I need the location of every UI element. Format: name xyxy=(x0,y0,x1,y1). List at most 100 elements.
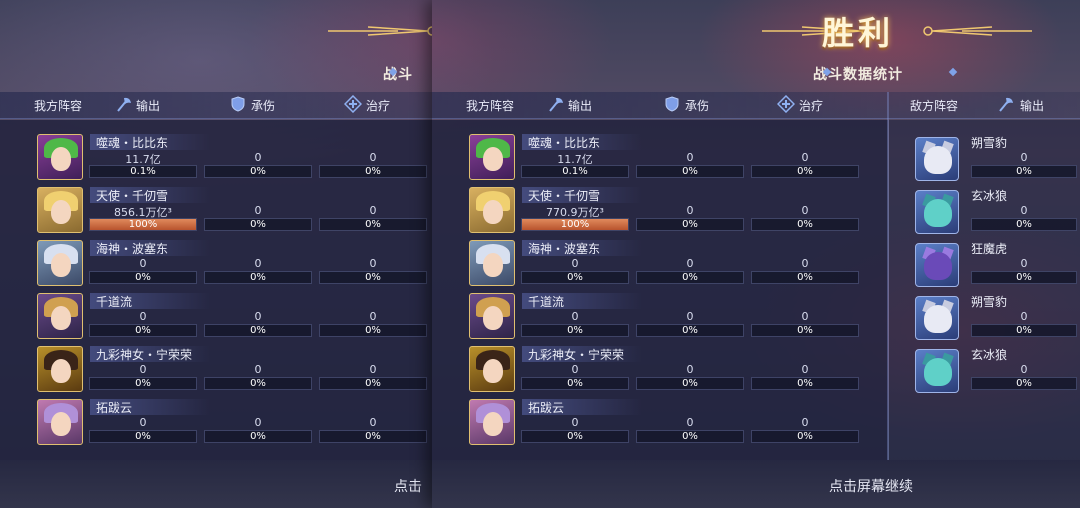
enemy-output-percent: 0% xyxy=(1016,219,1032,230)
damage-taken-percent: 0% xyxy=(682,219,698,230)
healing-bar: 0% xyxy=(751,165,859,178)
healing-percent: 0% xyxy=(365,431,381,442)
hero-avatar[interactable] xyxy=(469,187,515,233)
hero-row: 海神・波塞东 0 0% 0 0% 0 0% xyxy=(0,239,432,292)
output-bar: 0% xyxy=(521,430,629,443)
enemy-output-bar: 0% xyxy=(971,377,1077,390)
enemy-row: 朔雪豹 0 0% xyxy=(889,133,1080,186)
healing-value: 0 xyxy=(801,151,809,164)
healing-percent: 0% xyxy=(797,219,813,230)
hero-name: 九彩神女・宁荣荣 xyxy=(528,348,625,362)
hero-name: 九彩神女・宁荣荣 xyxy=(96,348,193,362)
beast-head xyxy=(924,252,952,280)
victory-title: 胜 xyxy=(376,8,432,54)
healing-value: 0 xyxy=(801,204,809,217)
hero-name: 天使・千仞雪 xyxy=(528,189,601,203)
damage-taken-header[interactable]: 承伤 xyxy=(251,97,275,114)
damage-taken-bar: 0% xyxy=(636,324,744,337)
damage-taken-percent: 0% xyxy=(250,166,266,177)
healing-value: 0 xyxy=(801,257,809,270)
healing-bar: 0% xyxy=(751,430,859,443)
beast-head xyxy=(924,358,952,386)
hero-avatar[interactable] xyxy=(469,240,515,286)
hero-avatar[interactable] xyxy=(469,293,515,339)
hero-name: 海神・波塞东 xyxy=(528,242,601,256)
tap-to-continue[interactable]: 点击 xyxy=(378,476,432,496)
my-team-label: 我方阵容 xyxy=(466,99,515,113)
enemy-avatar[interactable] xyxy=(915,190,959,234)
hero-face xyxy=(483,359,503,383)
enemy-row: 狂魔虎 0 0% xyxy=(889,239,1080,292)
hero-avatar[interactable] xyxy=(37,399,83,445)
hero-name: 噬魂・比比东 xyxy=(528,136,601,150)
footer-bar xyxy=(432,460,1080,508)
hero-avatar[interactable] xyxy=(469,134,515,180)
enemy-avatar[interactable] xyxy=(915,137,959,181)
hero-row: 拓跋云 0 0% 0 0% 0 0% xyxy=(432,398,888,451)
healing-value: 0 xyxy=(801,310,809,323)
healing-percent: 0% xyxy=(797,325,813,336)
healing-bar: 0% xyxy=(319,271,427,284)
healing-percent: 0% xyxy=(365,272,381,283)
output-bar: 0% xyxy=(89,430,197,443)
damage-taken-value: 0 xyxy=(686,363,694,376)
damage-taken-header[interactable]: 承伤 xyxy=(685,97,709,114)
enemy-row: 玄冰狼 0 0% xyxy=(889,345,1080,398)
output-percent: 0% xyxy=(567,431,583,442)
damage-taken-value: 0 xyxy=(254,151,262,164)
output-value: 0 xyxy=(139,257,147,270)
healing-bar: 0% xyxy=(319,165,427,178)
hero-row: 千道流 0 0% 0 0% 0 0% xyxy=(432,292,888,345)
hero-face xyxy=(51,200,71,224)
output-header[interactable]: 输出 xyxy=(568,97,592,114)
output-percent: 0% xyxy=(135,272,151,283)
healing-percent: 0% xyxy=(797,166,813,177)
healing-header[interactable]: 治疗 xyxy=(366,97,390,114)
tap-to-continue[interactable]: 点击屏幕继续 xyxy=(806,476,936,496)
battle-stats-subtitle: 战斗数据统计 xyxy=(813,67,903,83)
enemy-avatar[interactable] xyxy=(915,349,959,393)
hero-avatar[interactable] xyxy=(469,399,515,445)
hero-avatar[interactable] xyxy=(37,293,83,339)
enemy-output-value: 0 xyxy=(1020,310,1028,323)
enemy-output-bar: 0% xyxy=(971,324,1077,337)
output-header[interactable]: 输出 xyxy=(136,97,160,114)
output-bar: 0.1% xyxy=(521,165,629,178)
hero-avatar[interactable] xyxy=(37,240,83,286)
hero-name: 千道流 xyxy=(528,295,565,309)
enemy-avatar[interactable] xyxy=(915,296,959,340)
damage-taken-value: 0 xyxy=(686,416,694,429)
hero-avatar[interactable] xyxy=(469,346,515,392)
hero-row: 千道流 0 0% 0 0% 0 0% xyxy=(0,292,432,345)
output-percent: 0.1% xyxy=(130,166,156,177)
beast-head xyxy=(924,199,952,227)
hero-avatar[interactable] xyxy=(37,346,83,392)
output-bar: 0% xyxy=(521,271,629,284)
hero-row: 天使・千仞雪 856.1万亿³ 100% 0 0% 0 0% xyxy=(0,186,432,239)
enemy-output-percent: 0% xyxy=(1016,325,1032,336)
healing-header[interactable]: 治疗 xyxy=(799,97,823,114)
damage-taken-percent: 0% xyxy=(250,325,266,336)
damage-taken-percent: 0% xyxy=(250,219,266,230)
hero-avatar[interactable] xyxy=(37,134,83,180)
enemy-output-bar: 0% xyxy=(971,271,1077,284)
hero-face xyxy=(483,412,503,436)
damage-taken-percent: 0% xyxy=(250,378,266,389)
stats-panel-left: 胜 战斗 我方阵容 输出 承伤 治疗 噬魂・比比东11.7亿0.1%00%00%… xyxy=(0,0,432,508)
enemy-output-header[interactable]: 输出 xyxy=(1020,97,1044,114)
output-value: 0 xyxy=(571,416,579,429)
enemy-output-bar: 0% xyxy=(971,165,1077,178)
hero-face xyxy=(51,306,71,330)
hero-avatar[interactable] xyxy=(37,187,83,233)
hero-row: 噬魂・比比东 11.7亿 0.1% 0 0% 0 0% xyxy=(0,133,432,186)
enemy-avatar[interactable] xyxy=(915,243,959,287)
output-value: 0 xyxy=(571,363,579,376)
healing-value: 0 xyxy=(369,416,377,429)
hero-face xyxy=(483,253,503,277)
healing-bar: 0% xyxy=(751,377,859,390)
hero-face xyxy=(483,147,503,171)
healing-percent: 0% xyxy=(797,272,813,283)
hero-row: 海神・波塞东 0 0% 0 0% 0 0% xyxy=(432,239,888,292)
my-team-label: 我方阵容 xyxy=(34,99,83,113)
beast-head xyxy=(924,305,952,333)
